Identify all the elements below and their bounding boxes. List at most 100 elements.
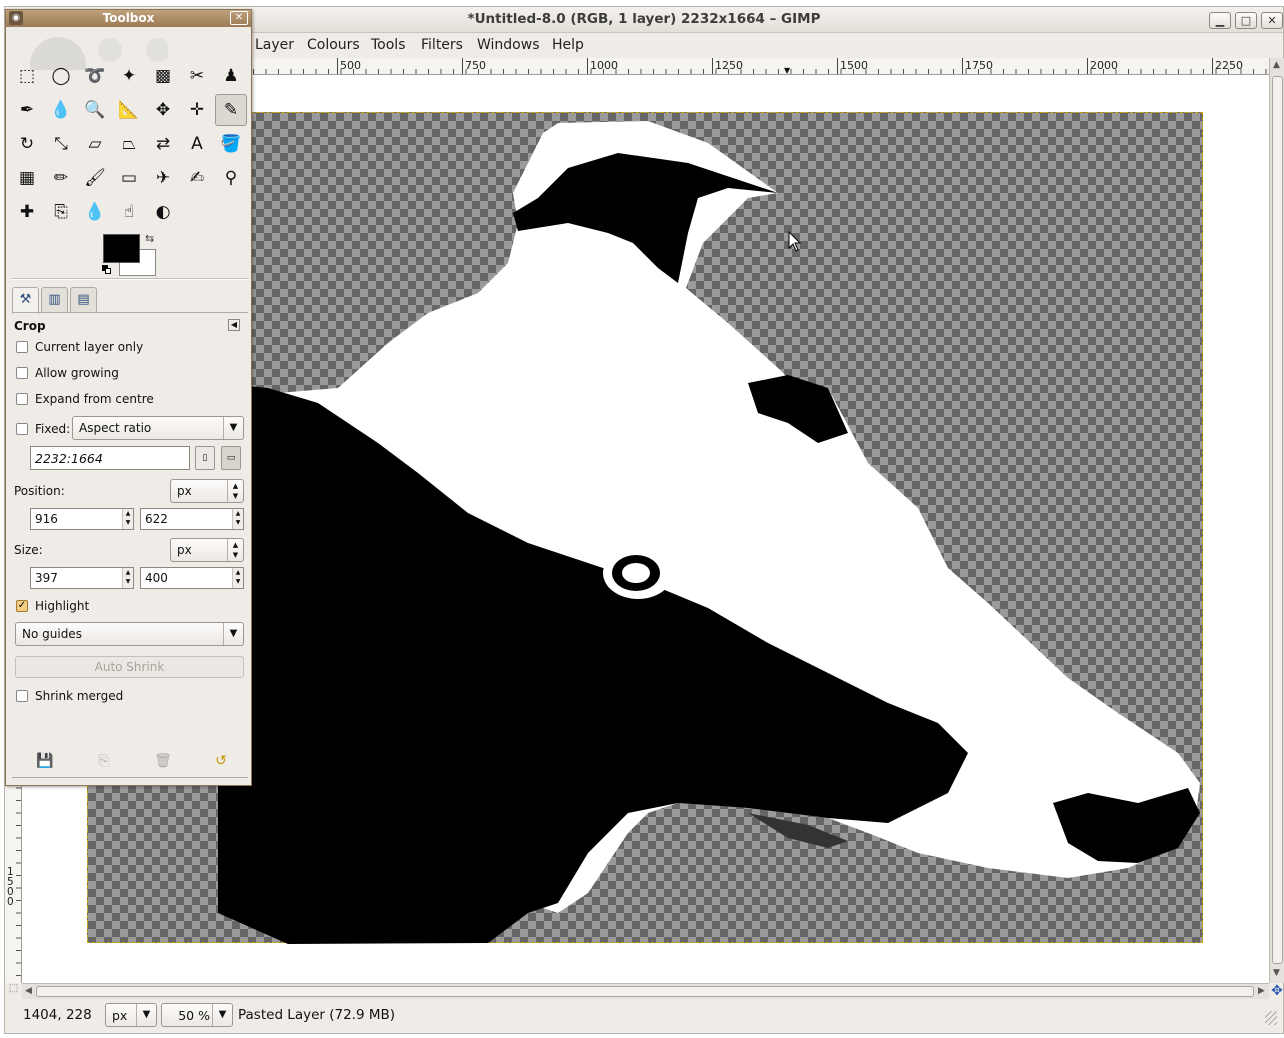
allow-growing-option[interactable]: Allow growing	[16, 365, 119, 381]
fixed-option[interactable]: Fixed:	[16, 421, 70, 437]
quick-mask-toggle-icon[interactable]: ⬚	[5, 983, 22, 999]
size-height-input[interactable]: 400 ▲ ▼	[140, 567, 244, 589]
horizontal-ruler[interactable]: 500 750 1000 1250 1500 1750 2000 2250 ▼	[253, 58, 1269, 75]
navigate-icon[interactable]: ✥	[1269, 983, 1284, 999]
blend-tool-icon[interactable]: ▦	[11, 162, 43, 194]
menu-layer[interactable]: Layer	[255, 37, 294, 53]
menu-windows[interactable]: Windows	[477, 37, 540, 53]
delete-options-icon[interactable]: 🗑	[154, 752, 172, 770]
spin-arrows-icon[interactable]: ▲ ▼	[122, 509, 133, 529]
scroll-left-arrow-icon[interactable]: ◀	[25, 986, 32, 996]
restore-options-icon[interactable]: ⎘	[95, 752, 113, 770]
resize-grip[interactable]	[1265, 1011, 1277, 1025]
expand-from-centre-option[interactable]: Expand from centre	[16, 391, 154, 407]
select-by-color-tool-icon[interactable]: ▩	[147, 60, 179, 92]
paths-tool-icon[interactable]: ✒	[11, 94, 43, 126]
spin-arrows-icon[interactable]: ▲ ▼	[232, 568, 243, 588]
scissors-select-tool-icon[interactable]: ✂	[181, 60, 213, 92]
fuzzy-select-tool-icon[interactable]: ✦	[113, 60, 145, 92]
expand-from-centre-checkbox[interactable]	[16, 393, 28, 405]
tab-device-status[interactable]: ▥	[41, 287, 68, 313]
highlight-checkbox[interactable]: ✓	[16, 600, 28, 612]
pencil-tool-icon[interactable]: ✏	[45, 162, 77, 194]
scroll-down-arrow-icon[interactable]: ▼	[1273, 968, 1280, 978]
ellipse-select-tool-icon[interactable]: ◯	[45, 60, 77, 92]
align-tool-icon[interactable]: ✛	[181, 94, 213, 126]
toolbox-titlebar[interactable]: ◉ Toolbox ✕	[6, 10, 251, 27]
blur-tool-icon[interactable]: 💧	[79, 196, 111, 228]
fixed-checkbox[interactable]	[16, 423, 28, 435]
vertical-scroll-thumb[interactable]	[1272, 76, 1283, 964]
shrink-merged-checkbox[interactable]	[16, 690, 28, 702]
dodge-burn-tool-icon[interactable]: ◐	[147, 196, 179, 228]
rect-select-tool-icon[interactable]: ⬚	[11, 60, 43, 92]
measure-tool-icon[interactable]: 📐	[113, 94, 145, 126]
tab-menu-icon[interactable]: ◀	[228, 319, 240, 331]
reset-options-icon[interactable]: ↺	[212, 752, 230, 770]
menu-tools[interactable]: Tools	[371, 37, 406, 53]
spin-arrows-icon[interactable]: ▲ ▼	[232, 509, 243, 529]
clone-tool-icon[interactable]: ⚲	[215, 162, 247, 194]
menu-help[interactable]: Help	[552, 37, 584, 53]
eraser-tool-icon[interactable]: ▭	[113, 162, 145, 194]
foreground-color-swatch[interactable]	[103, 234, 140, 263]
swap-colors-icon[interactable]: ⇆	[145, 232, 154, 245]
crop-tool-icon[interactable]: ✎	[215, 94, 247, 126]
foreground-select-tool-icon[interactable]: ♟	[215, 60, 247, 92]
tab-tool-options[interactable]: ⚒	[12, 287, 39, 314]
portrait-button[interactable]: ▯	[195, 446, 215, 470]
position-x-input[interactable]: 916 ▲ ▼	[30, 508, 134, 530]
chevron-down-icon: ▼	[223, 417, 243, 439]
vertical-scrollbar[interactable]: ▲ ▼	[1269, 58, 1284, 983]
pasted-layer-image[interactable]	[87, 112, 1203, 944]
paintbrush-tool-icon[interactable]: 🖌	[79, 162, 111, 194]
divider	[12, 278, 248, 280]
toolbox-close-button[interactable]: ✕	[230, 11, 248, 25]
shear-tool-icon[interactable]: ▱	[79, 128, 111, 160]
free-select-tool-icon[interactable]: ➰	[79, 60, 111, 92]
current-layer-only-checkbox[interactable]	[16, 341, 28, 353]
fixed-mode-selector[interactable]: Aspect ratio ▼	[72, 416, 244, 440]
save-options-icon[interactable]: 💾	[36, 752, 54, 770]
minimize-button[interactable]: ▁	[1209, 12, 1231, 29]
move-tool-icon[interactable]: ✥	[147, 94, 179, 126]
landscape-button[interactable]: ▭	[221, 446, 241, 470]
current-layer-only-option[interactable]: Current layer only	[16, 339, 143, 355]
scroll-right-arrow-icon[interactable]: ▶	[1258, 986, 1265, 996]
unit-selector[interactable]: px ▼	[105, 1003, 157, 1027]
airbrush-tool-icon[interactable]: ✈	[147, 162, 179, 194]
zoom-tool-icon[interactable]: 🔍	[79, 94, 111, 126]
smudge-tool-icon[interactable]: ☝	[113, 196, 145, 228]
tab-undo-history[interactable]: ▤	[70, 287, 97, 313]
position-y-input[interactable]: 622 ▲ ▼	[140, 508, 244, 530]
size-width-input[interactable]: 397 ▲ ▼	[30, 567, 134, 589]
shrink-merged-option[interactable]: Shrink merged	[16, 688, 123, 704]
horizontal-scroll-thumb[interactable]	[36, 986, 1254, 997]
perspective-tool-icon[interactable]: ⏢	[113, 128, 145, 160]
color-picker-tool-icon[interactable]: 💧	[45, 94, 77, 126]
zoom-selector[interactable]: 50 % ▼	[161, 1003, 233, 1027]
menu-filters[interactable]: Filters	[421, 37, 463, 53]
close-window-button[interactable]: ✕	[1261, 12, 1283, 29]
menu-colours[interactable]: Colours	[307, 37, 360, 53]
scroll-up-arrow-icon[interactable]: ▲	[1273, 60, 1280, 70]
size-unit-selector[interactable]: px ▲ ▼	[170, 538, 244, 562]
flip-tool-icon[interactable]: ⇄	[147, 128, 179, 160]
position-unit-selector[interactable]: px ▲ ▼	[170, 479, 244, 503]
bucket-fill-tool-icon[interactable]: 🪣	[215, 128, 247, 160]
perspective-clone-tool-icon[interactable]: ⎘	[45, 196, 77, 228]
rotate-tool-icon[interactable]: ↻	[11, 128, 43, 160]
aspect-ratio-input[interactable]: 2232:1664	[30, 446, 190, 470]
highlight-option[interactable]: ✓ Highlight	[16, 598, 89, 614]
allow-growing-checkbox[interactable]	[16, 367, 28, 379]
heal-tool-icon[interactable]: ✚	[11, 196, 43, 228]
maximize-button[interactable]: □	[1235, 12, 1257, 29]
ink-tool-icon[interactable]: ✍	[181, 162, 213, 194]
horizontal-scrollbar[interactable]: ◀ ▶	[22, 983, 1269, 999]
default-colors-icon[interactable]	[102, 265, 112, 275]
scale-tool-icon[interactable]: ⤡	[45, 128, 77, 160]
guides-selector[interactable]: No guides ▼	[15, 622, 244, 646]
spin-arrows-icon[interactable]: ▲ ▼	[122, 568, 133, 588]
text-tool-icon[interactable]: A	[181, 128, 213, 160]
auto-shrink-button[interactable]: Auto Shrink	[15, 656, 244, 678]
